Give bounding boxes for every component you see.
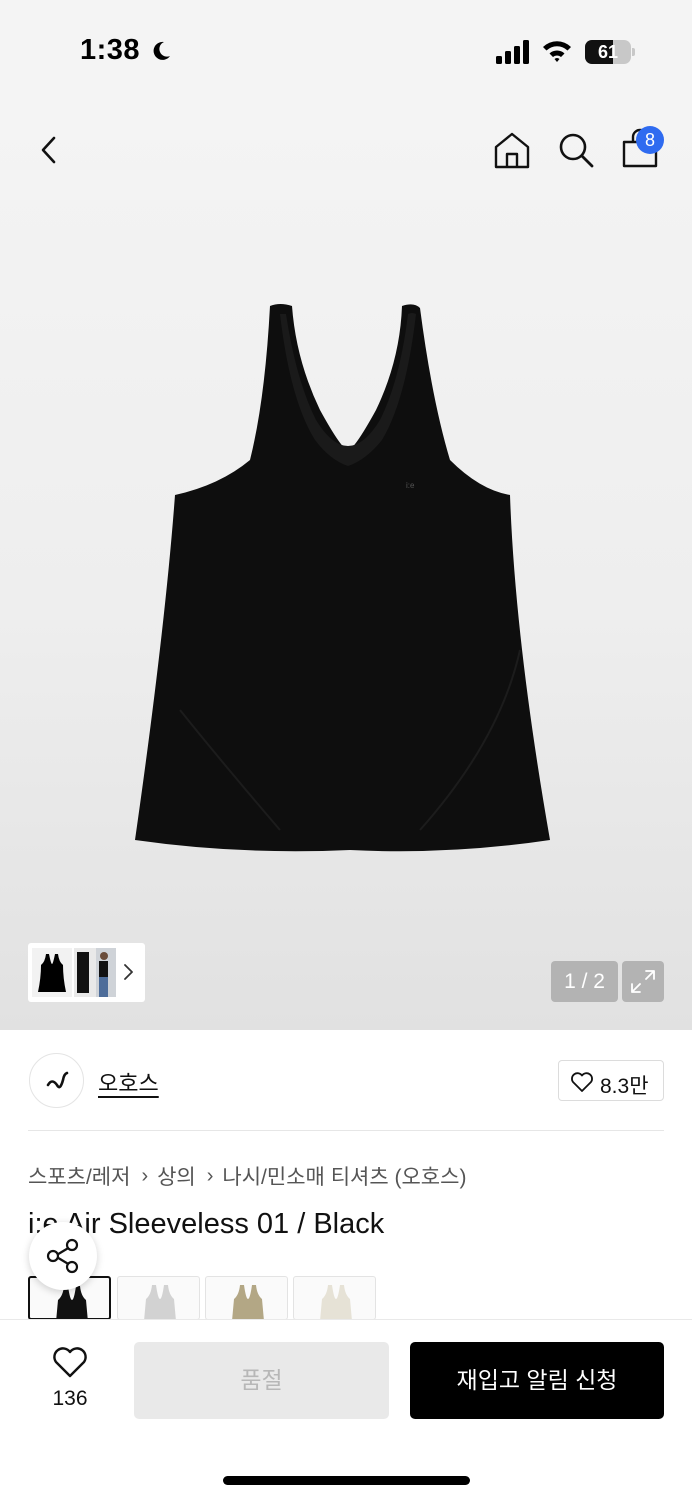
tank-top-thumbnail[interactable]	[32, 948, 72, 997]
thumbnail-strip[interactable]	[28, 943, 145, 1002]
tank-top-product-image[interactable]: i:e	[120, 290, 570, 860]
sold-out-button: 품절	[134, 1342, 389, 1419]
breadcrumb-item-tops[interactable]: 상의	[157, 1161, 196, 1191]
svg-text:i:e: i:e	[406, 481, 415, 490]
divider	[28, 1130, 664, 1131]
moon-icon	[153, 41, 170, 60]
image-page-counter: 1 / 2	[551, 961, 618, 1002]
brand-like-count: 8.3만	[600, 1075, 649, 1098]
expand-icon[interactable]	[622, 961, 664, 1002]
brand-logo[interactable]	[29, 1053, 84, 1108]
breadcrumb-item-sleeveless[interactable]: 나시/민소매 티셔츠 (오호스)	[222, 1161, 466, 1191]
cart-count-badge: 8	[636, 126, 664, 154]
share-icon	[46, 1238, 79, 1274]
brand-like-button[interactable]: 8.3만	[558, 1060, 664, 1101]
breadcrumb: 스포츠/레저 › 상의 › 나시/민소매 티셔츠 (오호스)	[28, 1161, 466, 1191]
chevron-right-icon[interactable]	[122, 961, 136, 983]
wishlist-count: 136	[52, 1387, 88, 1410]
chevron-right-icon: ›	[206, 1164, 214, 1187]
breadcrumb-item-sports[interactable]: 스포츠/레저	[28, 1161, 130, 1191]
restock-alert-button[interactable]: 재입고 알림 신청	[410, 1342, 664, 1419]
status-bar: 1:38 61	[0, 0, 692, 100]
home-indicator[interactable]	[223, 1476, 470, 1485]
home-icon[interactable]	[490, 128, 534, 172]
model-thumbnail[interactable]	[96, 948, 116, 997]
side-view-thumbnail[interactable]	[74, 948, 96, 997]
share-button[interactable]	[29, 1222, 97, 1290]
cellular-signal-icon	[496, 40, 529, 64]
color-swatch-grey[interactable]	[117, 1276, 200, 1320]
search-icon[interactable]	[554, 128, 598, 172]
battery-level: 61	[597, 42, 619, 62]
wishlist-button[interactable]: 136	[40, 1345, 100, 1415]
battery-indicator: 61	[585, 40, 635, 64]
brand-name-link[interactable]: 오호스	[98, 1066, 159, 1098]
heart-icon	[571, 1072, 593, 1092]
battery-cap	[632, 48, 635, 56]
status-time: 1:38	[80, 34, 141, 66]
battery-body: 61	[585, 40, 631, 64]
chevron-right-icon: ›	[141, 1164, 149, 1187]
back-icon[interactable]	[28, 128, 72, 172]
heart-icon	[53, 1347, 87, 1378]
color-swatch-ivory[interactable]	[293, 1276, 376, 1320]
wifi-icon	[543, 41, 571, 62]
color-swatch-khaki[interactable]	[205, 1276, 288, 1320]
